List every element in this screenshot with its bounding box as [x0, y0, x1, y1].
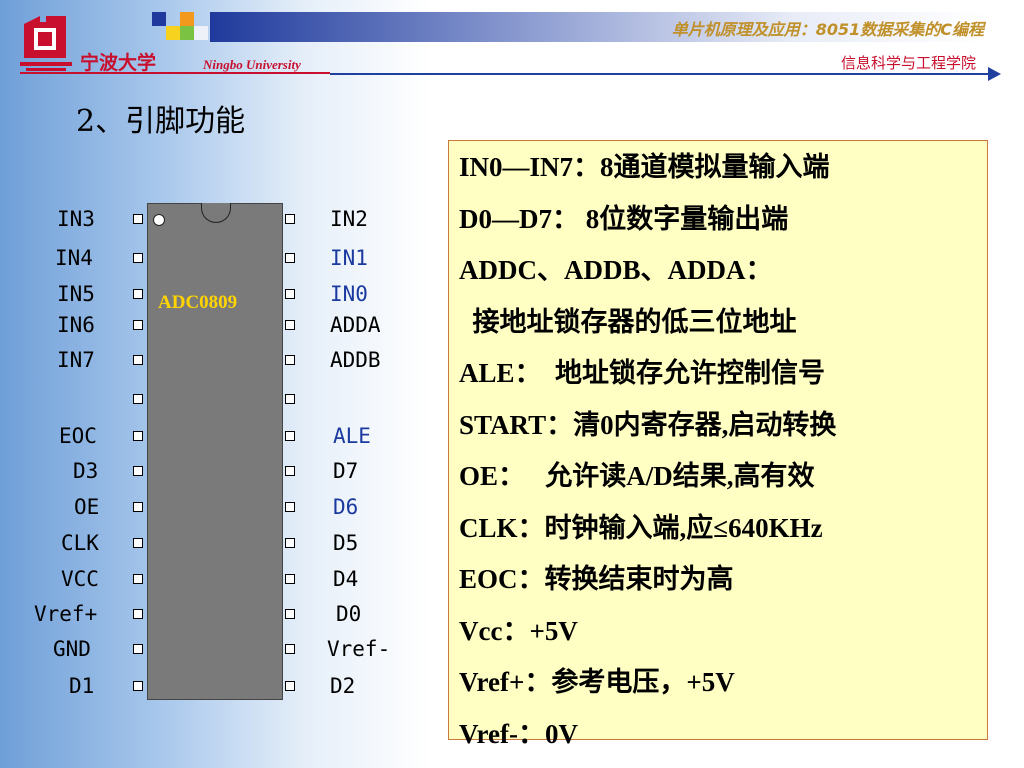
- pin-box-left: [133, 253, 143, 263]
- pin-label-right: IN2: [330, 207, 368, 231]
- pin-label-left: VCC: [61, 567, 99, 591]
- pin-box-right: [285, 289, 295, 299]
- pin-label-right: D0: [336, 602, 362, 626]
- pin-label-right: IN0: [330, 282, 368, 306]
- pin-box-left: [133, 355, 143, 365]
- header-square-green: [180, 26, 194, 40]
- slide-title: 2、引脚功能: [76, 104, 246, 139]
- pin1-marker-dot: [153, 214, 165, 226]
- course-title: 单片机原理及应用：8051数据采集的C编程: [671, 20, 984, 39]
- pin-box-left: [133, 681, 143, 691]
- pin-box-right: [285, 320, 295, 330]
- college-name: 信息科学与工程学院: [840, 54, 976, 72]
- pin-label-left: IN4: [55, 246, 93, 270]
- description-line: Vcc：+5V: [459, 615, 578, 646]
- pin-box-right: [285, 681, 295, 691]
- arrow-right-icon: [988, 67, 1001, 81]
- pin-box-right: [285, 644, 295, 654]
- pin-box-right: [285, 214, 295, 224]
- description-line: START：清0内寄存器,启动转换: [459, 409, 837, 440]
- description-line: OE： 允许读A/D结果,高有效: [459, 461, 815, 491]
- pin-label-right: D2: [330, 674, 356, 698]
- description-line: CLK：时钟输入端,应≤640KHz: [459, 512, 823, 543]
- pin-description-box: IN0—IN7：8通道模拟量输入端 D0—D7： 8位数字量输出端 ADDC、A…: [448, 140, 988, 749]
- pin-label-right: D7: [333, 459, 359, 483]
- description-line: Vref-：0V: [459, 718, 578, 749]
- pin-box-left: [133, 644, 143, 654]
- chip-body: ADC0809: [147, 203, 283, 700]
- pin-box-right: [285, 394, 295, 404]
- header-blue-rule: [330, 73, 990, 75]
- pin-label-left: IN6: [57, 313, 95, 337]
- pin-box-left: [133, 394, 143, 404]
- pin-label-left: CLK: [61, 531, 99, 555]
- header-red-rule: [20, 72, 330, 74]
- pin-box-right: [285, 502, 295, 512]
- description-line: IN0—IN7：8通道模拟量输入端: [459, 152, 830, 182]
- pin-box-left: [133, 289, 143, 299]
- pin-box-right: [285, 253, 295, 263]
- university-logo-icon: [20, 16, 72, 71]
- university-name-cn: 宁波大学: [80, 52, 157, 74]
- pin-label-left: IN5: [57, 282, 95, 306]
- pin-box-right: [285, 355, 295, 365]
- pin-label-left: OE: [74, 495, 100, 519]
- pin-box-left: [133, 431, 143, 441]
- pin-box-right: [285, 574, 295, 584]
- pin-box-left: [133, 609, 143, 619]
- pin-label-right: D4: [333, 567, 359, 591]
- pin-label-right: Vref-: [327, 637, 391, 661]
- header-square-yellow: [166, 26, 180, 40]
- header-square-orange: [180, 12, 194, 26]
- pin-box-left: [133, 320, 143, 330]
- pin-label-right: D5: [333, 531, 359, 555]
- pin-label-left: IN7: [57, 348, 95, 372]
- pin-label-right: ADDB: [330, 348, 381, 372]
- header-square-white: [194, 26, 208, 40]
- pin-box-left: [133, 466, 143, 476]
- description-line: ALE： 地址锁存允许控制信号: [459, 358, 826, 388]
- pin-box-left: [133, 538, 143, 548]
- pin-box-right: [285, 431, 295, 441]
- chip-name: ADC0809: [158, 292, 238, 313]
- pin-label-right: ADDA: [330, 313, 381, 337]
- pin-label-left: D1: [69, 674, 95, 698]
- description-line: Vref+：参考电压，+5V: [459, 667, 735, 697]
- header-square-blue: [152, 12, 166, 26]
- pin-label-right: D6: [333, 495, 359, 519]
- chip-notch: [201, 203, 231, 223]
- pin-label-right: IN1: [330, 246, 368, 270]
- pin-label-left: IN3: [57, 207, 95, 231]
- description-line: D0—D7： 8位数字量输出端: [459, 203, 789, 234]
- pin-box-right: [285, 466, 295, 476]
- pin-label-left: Vref+: [34, 602, 98, 626]
- pin-label-left: D3: [73, 459, 99, 483]
- description-line: 接地址锁存器的低三位地址: [459, 306, 797, 337]
- pin-box-left: [133, 214, 143, 224]
- pin-label-right: ALE: [333, 424, 371, 448]
- university-name-en: Ningbo University: [203, 57, 301, 72]
- description-line: EOC：转换结束时为高: [459, 564, 734, 594]
- pin-box-left: [133, 574, 143, 584]
- pin-label-left: GND: [53, 637, 91, 661]
- pin-label-left: EOC: [59, 424, 97, 448]
- description-line: ADDC、ADDB、ADDA：: [459, 255, 773, 285]
- pin-box-right: [285, 609, 295, 619]
- pin-box-right: [285, 538, 295, 548]
- pin-box-left: [133, 502, 143, 512]
